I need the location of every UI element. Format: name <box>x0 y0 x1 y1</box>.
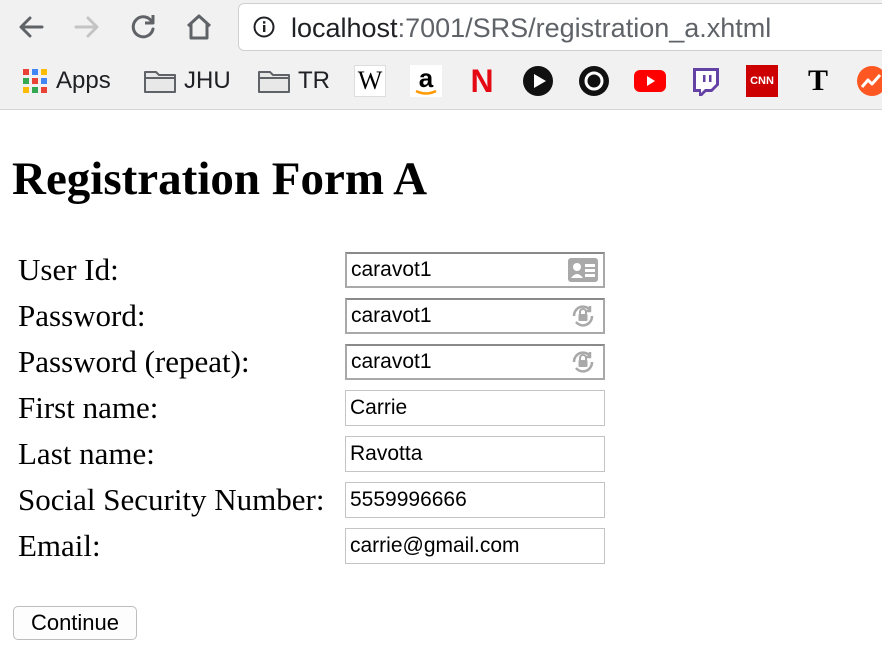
bookmark-netflix[interactable]: N <box>466 54 498 108</box>
back-button[interactable] <box>12 8 50 46</box>
wikipedia-icon: W <box>354 65 386 97</box>
password-label: Password: <box>18 298 146 333</box>
form-row-first-name: First name: <box>18 390 618 436</box>
bookmark-label: Apps <box>56 67 111 94</box>
reload-button[interactable] <box>124 8 162 46</box>
home-button[interactable] <box>180 8 218 46</box>
trending-icon <box>857 66 882 96</box>
continue-button[interactable]: Continue <box>13 606 137 640</box>
forward-button[interactable] <box>68 8 106 46</box>
info-icon[interactable] <box>253 16 275 38</box>
bookmark-folder-tr[interactable]: TR <box>258 54 330 108</box>
bookmark-youtube[interactable] <box>634 54 666 108</box>
bookmark-label: JHU <box>184 67 231 94</box>
ssn-input[interactable] <box>345 482 605 518</box>
forward-arrow-icon <box>74 16 99 38</box>
form-row-ssn: Social Security Number: <box>18 482 618 528</box>
email-input[interactable] <box>345 528 605 564</box>
nytimes-icon: T <box>807 64 828 97</box>
record-icon <box>579 66 609 96</box>
form-row-last-name: Last name: <box>18 436 618 482</box>
cnn-icon: CNN <box>746 65 778 97</box>
form-row-password: Password: <box>18 298 618 344</box>
bookmark-label: TR <box>298 67 330 94</box>
password-lock-icon[interactable] <box>566 348 600 376</box>
first-name-label: First name: <box>18 390 159 425</box>
bookmark-folder-jhu[interactable]: JHU <box>144 54 231 108</box>
bookmark-record[interactable] <box>578 54 610 108</box>
last-name-input[interactable] <box>345 436 605 472</box>
back-arrow-icon <box>19 16 44 38</box>
folder-icon <box>258 71 290 93</box>
ssn-label: Social Security Number: <box>18 482 325 517</box>
password-repeat-label: Password (repeat): <box>18 344 250 379</box>
email-label: Email: <box>18 528 101 563</box>
bookmark-trending[interactable] <box>856 54 882 108</box>
bookmark-apps[interactable]: Apps <box>22 54 111 108</box>
page-title: Registration Form A <box>12 153 428 205</box>
url-text[interactable]: localhost:7001/SRS/registration_a.xhtml <box>291 13 771 43</box>
user-id-label: User Id: <box>18 252 119 287</box>
form-row-password-repeat: Password (repeat): <box>18 344 618 390</box>
play-icon <box>523 66 553 96</box>
bookmark-amazon[interactable]: a <box>410 54 442 108</box>
bookmark-nytimes[interactable]: T <box>802 54 834 108</box>
bookmark-wikipedia[interactable]: W <box>354 54 386 108</box>
bookmark-twitch[interactable] <box>690 54 722 108</box>
apps-grid-icon <box>23 69 47 93</box>
form-row-email: Email: <box>18 528 618 574</box>
folder-icon <box>144 71 176 93</box>
browser-toolbar: localhost:7001/SRS/registration_a.xhtml <box>0 0 882 54</box>
youtube-icon <box>634 70 666 92</box>
address-bar[interactable]: localhost:7001/SRS/registration_a.xhtml <box>238 3 882 51</box>
amazon-icon: a <box>410 65 442 97</box>
bookmarks-bar: Apps JHU TR W a N CNN T <box>0 54 882 110</box>
bookmark-play[interactable] <box>522 54 554 108</box>
reload-icon <box>131 15 155 39</box>
password-lock-icon[interactable] <box>566 302 600 330</box>
url-host: localhost <box>291 13 398 43</box>
contact-card-icon[interactable] <box>566 256 600 284</box>
netflix-icon: N <box>470 62 494 99</box>
home-icon <box>186 14 212 40</box>
last-name-label: Last name: <box>18 436 155 471</box>
first-name-input[interactable] <box>345 390 605 426</box>
form-row-user-id: User Id: <box>18 252 618 298</box>
bookmark-cnn[interactable]: CNN <box>746 54 778 108</box>
twitch-icon <box>693 68 719 96</box>
url-path: :7001/SRS/registration_a.xhtml <box>397 13 772 43</box>
